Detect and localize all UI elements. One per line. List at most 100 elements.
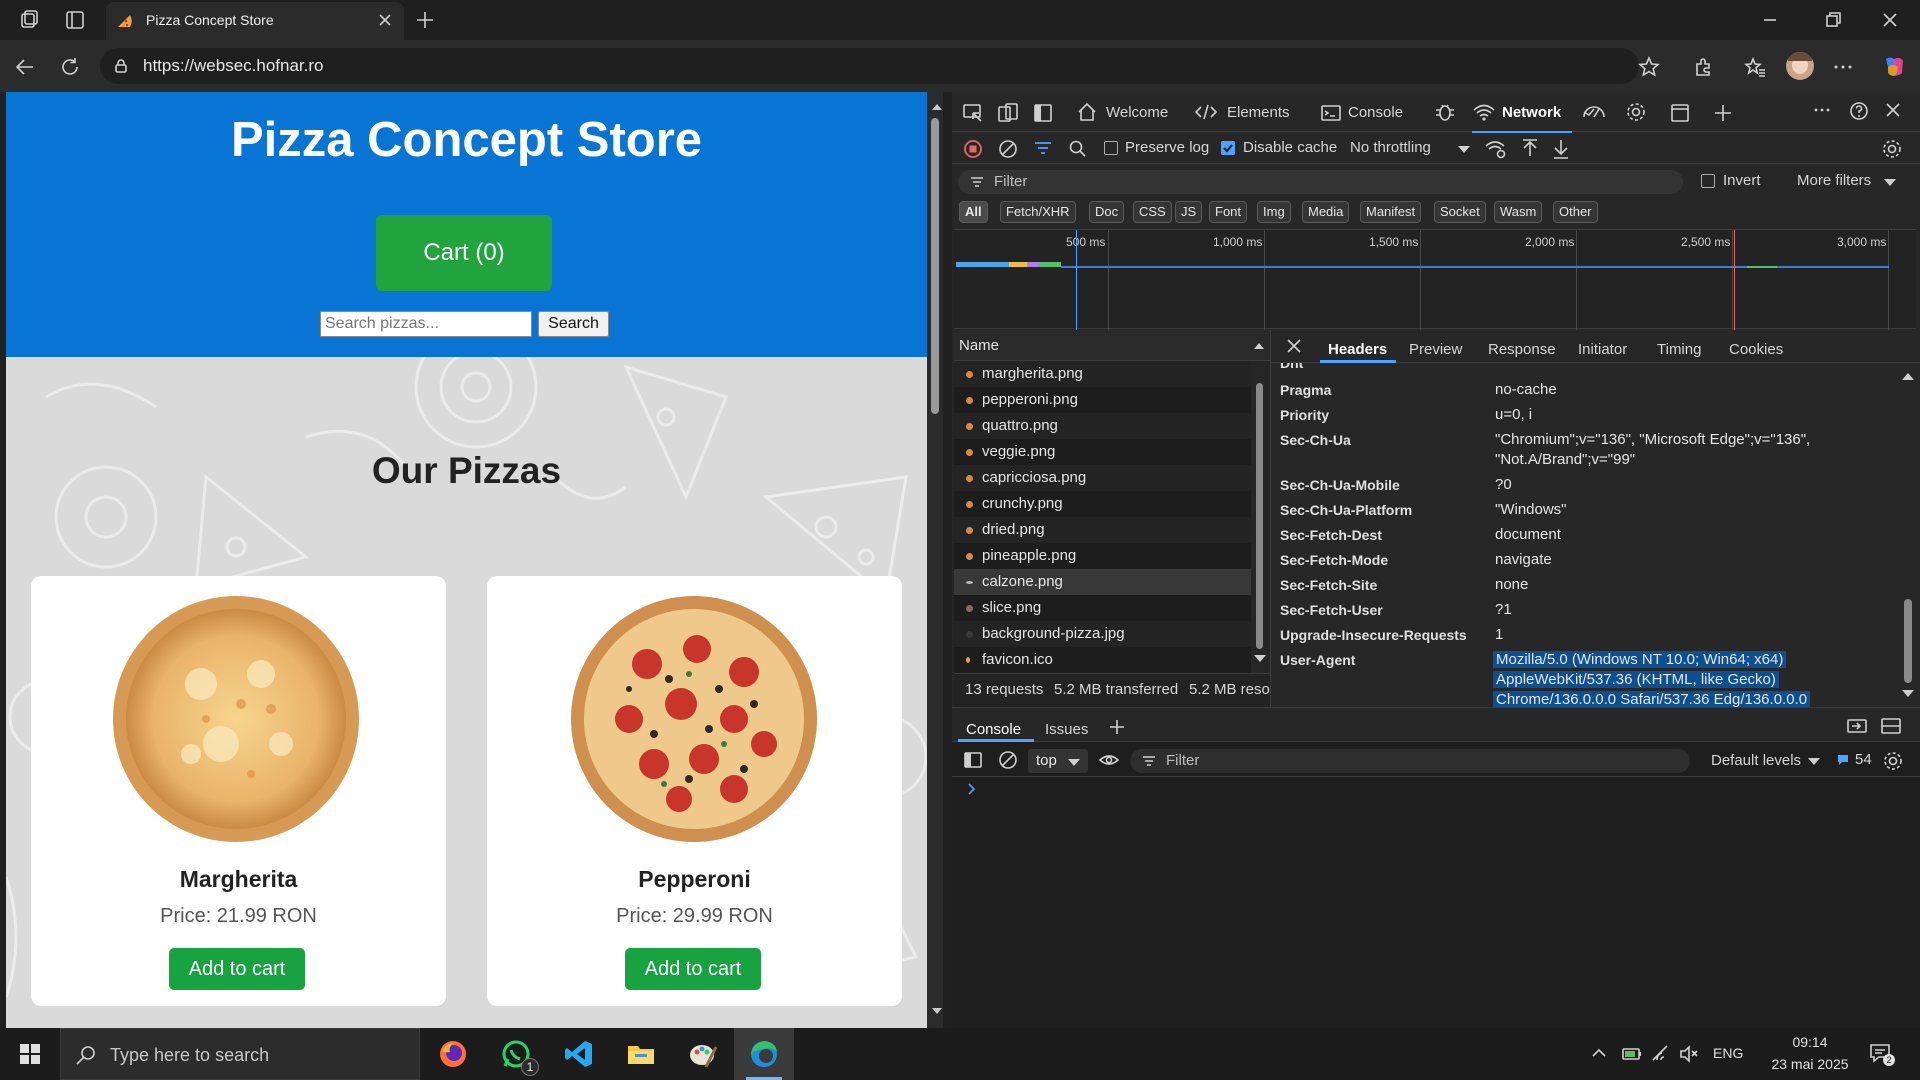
type-filter-img[interactable]: Img	[1257, 201, 1291, 223]
tab-initiator[interactable]: Initiator	[1578, 341, 1627, 358]
live-expression-eye-icon[interactable]	[1098, 750, 1120, 770]
more-tools-plus-icon[interactable]	[1712, 102, 1734, 124]
add-to-cart-button[interactable]: Add to cart	[169, 948, 305, 990]
whatsapp-icon[interactable]: 1	[487, 1028, 545, 1080]
sort-ascending-icon[interactable]	[1254, 343, 1264, 349]
header-value[interactable]: ?1	[1495, 601, 1512, 618]
export-har-icon[interactable]	[1551, 138, 1571, 160]
windows-start-icon[interactable]	[19, 1043, 41, 1065]
tab-pizza-concept-store[interactable]: Pizza Concept Store	[106, 2, 404, 40]
copilot-icon[interactable]	[1880, 53, 1908, 81]
levels-dropdown-icon[interactable]	[1808, 758, 1820, 765]
type-filter-font[interactable]: Font	[1209, 201, 1248, 223]
request-row-selected[interactable]: calzone.png	[954, 569, 1251, 595]
console-prompt-chevron-icon[interactable]	[966, 782, 978, 796]
timeline-overview[interactable]: 500 ms 1,000 ms 1,500 ms 2,000 ms 2,500 …	[954, 229, 1916, 330]
request-row[interactable]: crunchy.png	[954, 491, 1251, 517]
header-value[interactable]: none	[1495, 576, 1528, 593]
file-explorer-icon[interactable]	[612, 1028, 670, 1080]
close-details-icon[interactable]	[1284, 336, 1304, 356]
firefox-icon[interactable]	[424, 1028, 482, 1080]
close-devtools-icon[interactable]	[1883, 100, 1903, 120]
tab-timing[interactable]: Timing	[1657, 341, 1701, 358]
show-hidden-icons-chevron-icon[interactable]	[1591, 1046, 1607, 1060]
console-filter-input[interactable]: Filter	[1130, 749, 1690, 773]
restore-icon[interactable]	[1823, 10, 1843, 30]
request-row[interactable]: pineapple.png	[954, 543, 1251, 569]
refresh-icon[interactable]	[59, 56, 81, 78]
add-drawer-tab-icon[interactable]	[1107, 717, 1127, 737]
header-value[interactable]: document	[1495, 526, 1561, 543]
user-agent-value-selected[interactable]: Mozilla/5.0 (Windows NT 10.0; Win64; x64…	[1493, 651, 1787, 668]
tab-preview[interactable]: Preview	[1409, 341, 1462, 358]
url-box[interactable]: https://websec.hofnar.ro	[100, 48, 1639, 84]
tab-headers[interactable]: Headers	[1328, 341, 1387, 358]
clock-time[interactable]: 09:14	[1760, 1034, 1860, 1050]
undock-drawer-icon[interactable]	[1846, 716, 1868, 736]
request-row[interactable]: background-pizza.jpg	[954, 621, 1251, 647]
inspect-element-icon[interactable]	[962, 102, 984, 124]
request-row[interactable]: pepperoni.png	[954, 387, 1251, 413]
header-value[interactable]: "Chromium";v="136", "Microsoft Edge";v="…	[1495, 431, 1810, 448]
dock-side-icon[interactable]	[1032, 102, 1054, 124]
tab-welcome[interactable]: Welcome	[1106, 104, 1168, 121]
filter-funnel-icon[interactable]	[1032, 138, 1054, 160]
user-agent-value-selected-line3[interactable]: Chrome/136.0.0.0 Safari/537.36 Edg/136.0…	[1493, 691, 1811, 708]
throttling-dropdown-icon[interactable]	[1458, 146, 1470, 153]
drawer-tab-console[interactable]: Console	[966, 721, 1021, 738]
scroll-up-arrow-icon[interactable]	[1902, 373, 1914, 380]
paint-icon[interactable]	[674, 1028, 732, 1080]
new-tab-button[interactable]	[414, 9, 436, 31]
headers-scrollbar-thumb[interactable]	[1904, 599, 1912, 683]
type-filter-other[interactable]: Other	[1553, 201, 1598, 223]
type-filter-css[interactable]: CSS	[1133, 201, 1172, 223]
input-language[interactable]: ENG	[1713, 1045, 1743, 1061]
user-agent-value-selected-line2[interactable]: AppleWebKit/537.36 (KHTML, like Gecko)	[1493, 671, 1779, 688]
cart-button[interactable]: Cart (0)	[376, 215, 552, 291]
url-text[interactable]: https://websec.hofnar.ro	[143, 56, 324, 76]
filter-input[interactable]: Filter	[958, 170, 1683, 194]
more-filters-dropdown-icon[interactable]	[1884, 179, 1896, 186]
request-row[interactable]: favicon.ico	[954, 647, 1251, 673]
request-list-scrollbar[interactable]	[1251, 361, 1269, 673]
request-row[interactable]: capricciosa.png	[954, 465, 1251, 491]
clock-date[interactable]: 23 mai 2025	[1756, 1056, 1864, 1072]
devtools-more-icon[interactable]	[1812, 102, 1832, 122]
type-filter-wasm[interactable]: Wasm	[1494, 201, 1543, 223]
help-icon[interactable]	[1848, 100, 1870, 122]
type-filter-socket[interactable]: Socket	[1434, 201, 1486, 223]
close-window-icon[interactable]	[1880, 10, 1900, 30]
search-button[interactable]: Search	[538, 311, 609, 337]
header-value[interactable]: ?0	[1495, 476, 1512, 493]
scroll-down-arrow-icon[interactable]	[1902, 690, 1914, 697]
scroll-up-arrow-icon[interactable]	[932, 104, 942, 110]
bug-icon[interactable]	[1434, 101, 1456, 123]
request-row[interactable]: margherita.png	[954, 361, 1251, 387]
type-filter-js[interactable]: JS	[1175, 201, 1203, 223]
network-settings-icon[interactable]	[1881, 138, 1903, 160]
tab-cookies[interactable]: Cookies	[1729, 341, 1783, 358]
preserve-log-checkbox[interactable]	[1104, 141, 1118, 155]
tab-console[interactable]: Console	[1348, 104, 1403, 121]
minimize-icon[interactable]	[1760, 10, 1780, 30]
tab-network[interactable]: Network	[1502, 104, 1561, 121]
console-sidebar-icon[interactable]	[963, 750, 983, 770]
request-row[interactable]: veggie.png	[954, 439, 1251, 465]
type-filter-doc[interactable]: Doc	[1089, 201, 1125, 223]
drawer-tab-issues[interactable]: Issues	[1045, 721, 1088, 738]
drawer-layout-icon[interactable]	[1880, 716, 1902, 736]
headers-scrollbar[interactable]	[1900, 363, 1916, 707]
notifications-icon[interactable]: 2	[1868, 1042, 1895, 1066]
more-menu-icon[interactable]	[1832, 56, 1854, 78]
workspaces-icon[interactable]	[18, 9, 40, 31]
type-filter-fetch-xhr[interactable]: Fetch/XHR	[1000, 201, 1076, 223]
wifi-icon[interactable]	[1651, 1044, 1671, 1064]
vertical-tabs-icon[interactable]	[64, 9, 86, 31]
request-row[interactable]: dried.png	[954, 517, 1251, 543]
page-scrollbar-thumb[interactable]	[931, 118, 939, 414]
console-settings-icon[interactable]	[1882, 750, 1904, 772]
taskbar-search-box[interactable]: Type here to search	[60, 1028, 420, 1080]
header-value[interactable]: no-cache	[1495, 381, 1557, 398]
edge-icon[interactable]	[734, 1028, 794, 1080]
disable-cache-checkbox[interactable]	[1221, 141, 1235, 155]
